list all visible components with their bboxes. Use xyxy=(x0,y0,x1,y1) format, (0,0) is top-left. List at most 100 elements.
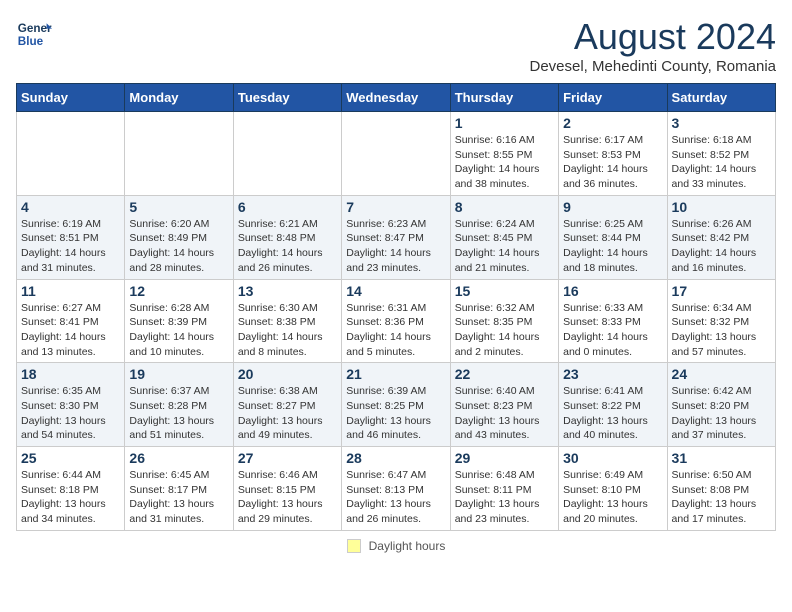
day-number: 6 xyxy=(238,199,337,215)
calendar-cell: 15 Sunrise: 6:32 AM Sunset: 8:35 PM Dayli… xyxy=(450,279,558,363)
calendar-header-saturday: Saturday xyxy=(667,84,775,112)
calendar-cell: 28 Sunrise: 6:47 AM Sunset: 8:13 PM Dayli… xyxy=(342,447,450,531)
day-number: 1 xyxy=(455,115,554,131)
calendar-cell: 21 Sunrise: 6:39 AM Sunset: 8:25 PM Dayli… xyxy=(342,363,450,447)
calendar-cell: 16 Sunrise: 6:33 AM Sunset: 8:33 PM Dayli… xyxy=(559,279,667,363)
day-info: Sunrise: 6:49 AM Sunset: 8:10 PM Dayligh… xyxy=(563,468,662,527)
calendar-cell: 10 Sunrise: 6:26 AM Sunset: 8:42 PM Dayli… xyxy=(667,195,775,279)
calendar-cell: 29Sunrise: 6:48 AM Sunset: 8:11 PM Dayli… xyxy=(450,447,558,531)
calendar-cell: 27Sunrise: 6:46 AM Sunset: 8:15 PM Dayli… xyxy=(233,447,341,531)
svg-text:Blue: Blue xyxy=(18,35,44,48)
day-number: 25 xyxy=(21,450,120,466)
calendar-cell: 9Sunrise: 6:25 AM Sunset: 8:44 PM Daylig… xyxy=(559,195,667,279)
day-number: 21 xyxy=(346,366,445,382)
day-number: 13 xyxy=(238,283,337,299)
month-title: August 2024 xyxy=(529,16,776,58)
day-info: Sunrise: 6:39 AM Sunset: 8:25 PM Dayligh… xyxy=(346,384,445,443)
day-number: 22 xyxy=(455,366,554,382)
day-info: Sunrise: 6:16 AM Sunset: 8:55 PM Dayligh… xyxy=(455,133,554,192)
calendar-cell: 19Sunrise: 6:37 AM Sunset: 8:28 PM Dayli… xyxy=(125,363,233,447)
day-number: 28 xyxy=(346,450,445,466)
day-info: Sunrise: 6:44 AM Sunset: 8:18 PM Dayligh… xyxy=(21,468,120,527)
day-number: 12 xyxy=(129,283,228,299)
calendar-cell xyxy=(125,112,233,196)
day-number: 17 xyxy=(672,283,771,299)
day-info: Sunrise: 6:18 AM Sunset: 8:52 PM Dayligh… xyxy=(672,133,771,192)
calendar-week-row: 18 Sunrise: 6:35 AM Sunset: 8:30 PM Dayli… xyxy=(17,363,776,447)
day-info: Sunrise: 6:45 AM Sunset: 8:17 PM Dayligh… xyxy=(129,468,228,527)
day-info: Sunrise: 6:50 AM Sunset: 8:08 PM Dayligh… xyxy=(672,468,771,527)
calendar-cell xyxy=(17,112,125,196)
day-info: Sunrise: 6:35 AM Sunset: 8:30 PM Dayligh… xyxy=(21,384,120,443)
day-number: 5 xyxy=(129,199,228,215)
calendar-cell: 8Sunrise: 6:24 AM Sunset: 8:45 PM Daylig… xyxy=(450,195,558,279)
day-number: 14 xyxy=(346,283,445,299)
day-info: Sunrise: 6:47 AM Sunset: 8:13 PM Dayligh… xyxy=(346,468,445,527)
logo-icon: General Blue xyxy=(16,16,52,52)
day-number: 18 xyxy=(21,366,120,382)
calendar-cell: 4Sunrise: 6:19 AM Sunset: 8:51 PM Daylig… xyxy=(17,195,125,279)
day-number: 20 xyxy=(238,366,337,382)
calendar-header-tuesday: Tuesday xyxy=(233,84,341,112)
day-info: Sunrise: 6:46 AM Sunset: 8:15 PM Dayligh… xyxy=(238,468,337,527)
calendar-cell: 26Sunrise: 6:45 AM Sunset: 8:17 PM Dayli… xyxy=(125,447,233,531)
calendar-cell: 7Sunrise: 6:23 AM Sunset: 8:47 PM Daylig… xyxy=(342,195,450,279)
calendar-cell: 17 Sunrise: 6:34 AM Sunset: 8:32 PM Dayli… xyxy=(667,279,775,363)
day-info: Sunrise: 6:28 AM Sunset: 8:39 PM Dayligh… xyxy=(129,301,228,360)
calendar-cell: 22 Sunrise: 6:40 AM Sunset: 8:23 PM Dayli… xyxy=(450,363,558,447)
day-info: Sunrise: 6:31 AM Sunset: 8:36 PM Dayligh… xyxy=(346,301,445,360)
day-info: Sunrise: 6:40 AM Sunset: 8:23 PM Dayligh… xyxy=(455,384,554,443)
calendar-cell xyxy=(342,112,450,196)
calendar-week-row: 4Sunrise: 6:19 AM Sunset: 8:51 PM Daylig… xyxy=(17,195,776,279)
day-number: 9 xyxy=(563,199,662,215)
day-info: Sunrise: 6:21 AM Sunset: 8:48 PM Dayligh… xyxy=(238,217,337,276)
day-number: 23 xyxy=(563,366,662,382)
calendar-cell: 6 Sunrise: 6:21 AM Sunset: 8:48 PM Daylig… xyxy=(233,195,341,279)
day-info: Sunrise: 6:27 AM Sunset: 8:41 PM Dayligh… xyxy=(21,301,120,360)
calendar-cell: 18 Sunrise: 6:35 AM Sunset: 8:30 PM Dayli… xyxy=(17,363,125,447)
calendar-cell: 23Sunrise: 6:41 AM Sunset: 8:22 PM Dayli… xyxy=(559,363,667,447)
calendar-cell: 30 Sunrise: 6:49 AM Sunset: 8:10 PM Dayli… xyxy=(559,447,667,531)
day-number: 31 xyxy=(672,450,771,466)
calendar-week-row: 25 Sunrise: 6:44 AM Sunset: 8:18 PM Dayli… xyxy=(17,447,776,531)
day-info: Sunrise: 6:38 AM Sunset: 8:27 PM Dayligh… xyxy=(238,384,337,443)
day-info: Sunrise: 6:19 AM Sunset: 8:51 PM Dayligh… xyxy=(21,217,120,276)
page-header: General Blue August 2024 Devesel, Mehedi… xyxy=(16,16,776,75)
day-number: 24 xyxy=(672,366,771,382)
calendar-cell: 2Sunrise: 6:17 AM Sunset: 8:53 PM Daylig… xyxy=(559,112,667,196)
calendar-cell: 31 Sunrise: 6:50 AM Sunset: 8:08 PM Dayli… xyxy=(667,447,775,531)
calendar-header-row: SundayMondayTuesdayWednesdayThursdayFrid… xyxy=(17,84,776,112)
daylight-legend-box xyxy=(347,539,361,553)
calendar-cell: 3Sunrise: 6:18 AM Sunset: 8:52 PM Daylig… xyxy=(667,112,775,196)
day-number: 10 xyxy=(672,199,771,215)
calendar-cell: 1 Sunrise: 6:16 AM Sunset: 8:55 PM Daylig… xyxy=(450,112,558,196)
day-info: Sunrise: 6:32 AM Sunset: 8:35 PM Dayligh… xyxy=(455,301,554,360)
calendar-cell: 13 Sunrise: 6:30 AM Sunset: 8:38 PM Dayli… xyxy=(233,279,341,363)
day-number: 16 xyxy=(563,283,662,299)
calendar-cell: 25 Sunrise: 6:44 AM Sunset: 8:18 PM Dayli… xyxy=(17,447,125,531)
calendar-header-friday: Friday xyxy=(559,84,667,112)
day-info: Sunrise: 6:30 AM Sunset: 8:38 PM Dayligh… xyxy=(238,301,337,360)
calendar-header-thursday: Thursday xyxy=(450,84,558,112)
calendar-cell: 24 Sunrise: 6:42 AM Sunset: 8:20 PM Dayli… xyxy=(667,363,775,447)
calendar-cell xyxy=(233,112,341,196)
calendar-cell: 20 Sunrise: 6:38 AM Sunset: 8:27 PM Dayli… xyxy=(233,363,341,447)
calendar-table: SundayMondayTuesdayWednesdayThursdayFrid… xyxy=(16,83,776,531)
calendar-week-row: 1 Sunrise: 6:16 AM Sunset: 8:55 PM Daylig… xyxy=(17,112,776,196)
calendar-week-row: 11Sunrise: 6:27 AM Sunset: 8:41 PM Dayli… xyxy=(17,279,776,363)
day-info: Sunrise: 6:33 AM Sunset: 8:33 PM Dayligh… xyxy=(563,301,662,360)
day-info: Sunrise: 6:34 AM Sunset: 8:32 PM Dayligh… xyxy=(672,301,771,360)
logo: General Blue xyxy=(16,16,52,52)
day-info: Sunrise: 6:42 AM Sunset: 8:20 PM Dayligh… xyxy=(672,384,771,443)
calendar-cell: 14 Sunrise: 6:31 AM Sunset: 8:36 PM Dayli… xyxy=(342,279,450,363)
day-number: 15 xyxy=(455,283,554,299)
day-info: Sunrise: 6:26 AM Sunset: 8:42 PM Dayligh… xyxy=(672,217,771,276)
day-info: Sunrise: 6:37 AM Sunset: 8:28 PM Dayligh… xyxy=(129,384,228,443)
title-block: August 2024 Devesel, Mehedinti County, R… xyxy=(529,16,776,75)
day-number: 29 xyxy=(455,450,554,466)
calendar-cell: 12 Sunrise: 6:28 AM Sunset: 8:39 PM Dayli… xyxy=(125,279,233,363)
calendar-cell: 5Sunrise: 6:20 AM Sunset: 8:49 PM Daylig… xyxy=(125,195,233,279)
location: Devesel, Mehedinti County, Romania xyxy=(529,58,776,75)
calendar-cell: 11Sunrise: 6:27 AM Sunset: 8:41 PM Dayli… xyxy=(17,279,125,363)
day-number: 30 xyxy=(563,450,662,466)
